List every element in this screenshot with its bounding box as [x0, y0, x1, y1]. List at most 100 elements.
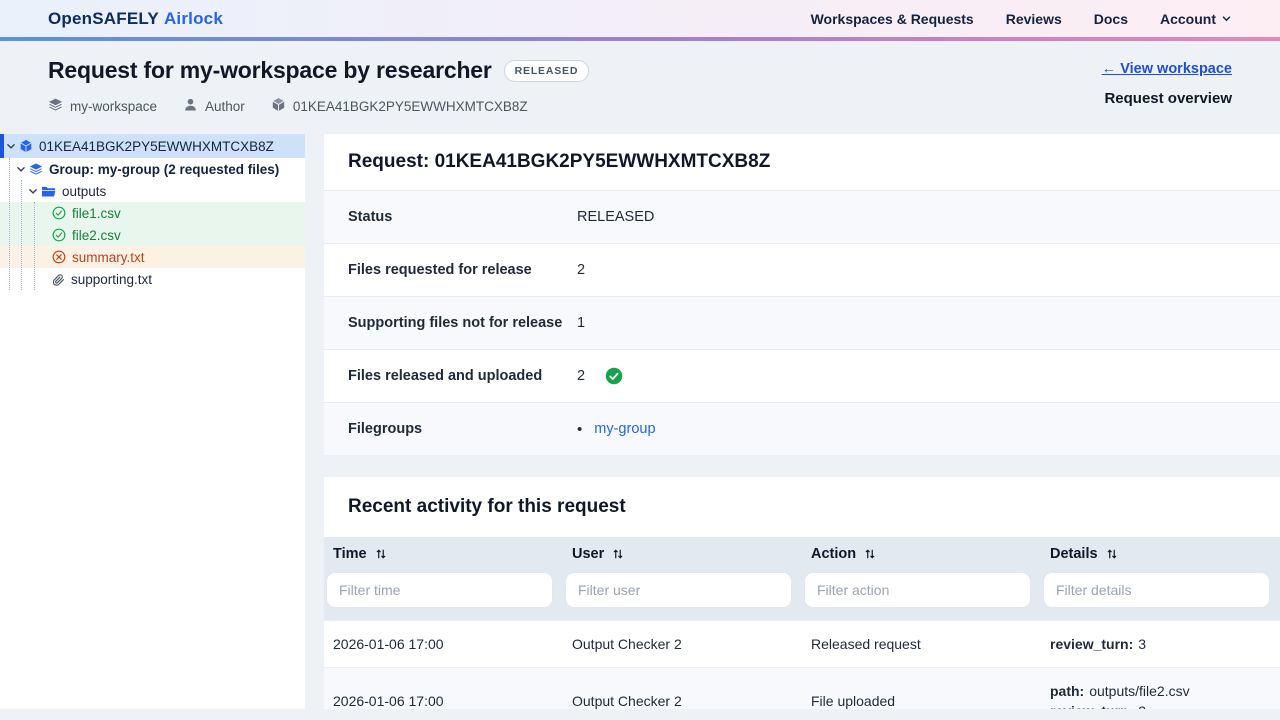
- tree-item-supporting[interactable]: supporting.txt: [0, 268, 305, 290]
- tree-item-file1[interactable]: file1.csv: [0, 202, 305, 224]
- tree-item-summary[interactable]: summary.txt: [0, 246, 305, 268]
- column-label: Time: [333, 546, 367, 562]
- page-header-right: ← View workspace Request overview: [1102, 57, 1232, 115]
- cell-time: 2026-01-06 17:00: [324, 621, 563, 668]
- file-tree-sidebar: 01KEA41BGK2PY5EWWHXMTCXB8Z Group: my-gro…: [0, 134, 305, 709]
- file-tree: 01KEA41BGK2PY5EWWHXMTCXB8Z Group: my-gro…: [0, 134, 305, 290]
- brand-secondary: Airlock: [164, 9, 223, 28]
- chevron-down-icon[interactable]: [28, 186, 38, 196]
- cube-icon: [19, 139, 33, 153]
- column-header-user[interactable]: User: [563, 537, 802, 568]
- row-value: 1: [577, 315, 585, 331]
- filter-details-input[interactable]: [1043, 572, 1270, 608]
- nav-account-menu[interactable]: Account: [1160, 11, 1232, 27]
- cube-icon: [271, 97, 286, 115]
- status-badge: RELEASED: [504, 60, 590, 82]
- workspace-name: my-workspace: [70, 99, 157, 114]
- detail-value: 3: [1138, 636, 1146, 652]
- detail-key: review_turn:: [1050, 703, 1133, 709]
- x-circle-icon: [52, 250, 66, 264]
- meta-author: Author: [183, 97, 245, 115]
- nav-label: Workspaces & Requests: [811, 11, 974, 27]
- check-circle-filled-icon: [605, 367, 623, 385]
- recent-activity-card: Recent activity for this request Time Us…: [324, 477, 1280, 709]
- summary-row-filegroups: Filegroups my-group: [324, 402, 1280, 455]
- paperclip-icon: [52, 273, 65, 286]
- layers-icon: [48, 97, 63, 115]
- tree-item-label: 01KEA41BGK2PY5EWWHXMTCXB8Z: [39, 139, 274, 154]
- tree-indent-guide: [9, 158, 10, 290]
- column-label: Action: [811, 546, 856, 562]
- column-header-time[interactable]: Time: [324, 537, 563, 568]
- summary-row-status: Status RELEASED: [324, 190, 1280, 243]
- sort-icon[interactable]: [612, 548, 624, 564]
- tree-item-label: summary.txt: [72, 250, 145, 265]
- nav-docs[interactable]: Docs: [1094, 11, 1128, 27]
- filter-time-input[interactable]: [326, 572, 553, 608]
- tree-item-group[interactable]: Group: my-group (2 requested files): [0, 158, 305, 180]
- activity-table: Time User Action Details: [324, 537, 1280, 709]
- request-card-heading: Request: 01KEA41BGK2PY5EWWHXMTCXB8Z: [324, 134, 1280, 190]
- app-logo[interactable]: OpenSAFELY Airlock: [48, 9, 223, 29]
- request-overview-label: Request overview: [1104, 90, 1232, 107]
- layers-icon: [29, 162, 43, 176]
- nav-label: Docs: [1094, 11, 1128, 27]
- column-label: User: [572, 546, 604, 562]
- row-value: 2: [577, 262, 585, 278]
- activity-row: 2026-01-06 17:00 Output Checker 2 File u…: [324, 668, 1280, 710]
- activity-filter-row: [324, 568, 1280, 621]
- detail-value: 3: [1138, 703, 1146, 709]
- row-label: Files released and uploaded: [348, 368, 577, 384]
- cell-details: review_turn: 3: [1041, 621, 1280, 668]
- cell-user: Output Checker 2: [563, 668, 802, 710]
- summary-row-files-requested: Files requested for release 2: [324, 243, 1280, 296]
- view-workspace-link[interactable]: ← View workspace: [1102, 61, 1232, 77]
- filter-user-input[interactable]: [565, 572, 792, 608]
- tree-item-label: outputs: [62, 184, 106, 199]
- summary-row-files-released: Files released and uploaded 2: [324, 349, 1280, 402]
- sort-icon[interactable]: [1106, 548, 1118, 564]
- activity-row: 2026-01-06 17:00 Output Checker 2 Releas…: [324, 621, 1280, 668]
- row-value: RELEASED: [577, 209, 654, 225]
- filter-action-input[interactable]: [804, 572, 1031, 608]
- column-label: Details: [1050, 546, 1098, 562]
- page-header: Request for my-workspace by researcher R…: [0, 41, 1280, 128]
- column-header-action[interactable]: Action: [802, 537, 1041, 568]
- meta-workspace: my-workspace: [48, 97, 157, 115]
- filegroup-link[interactable]: my-group: [594, 421, 655, 437]
- detail-key: path:: [1050, 683, 1084, 699]
- row-value: 2: [577, 368, 585, 384]
- chevron-down-icon[interactable]: [6, 141, 16, 151]
- tree-item-label: file1.csv: [72, 206, 121, 221]
- nav-workspaces-requests[interactable]: Workspaces & Requests: [811, 11, 974, 27]
- detail-value: outputs/file2.csv: [1089, 683, 1189, 699]
- chevron-down-icon: [1221, 11, 1232, 27]
- nav-label: Reviews: [1006, 11, 1062, 27]
- tree-item-label: Group: my-group (2 requested files): [49, 162, 279, 177]
- cell-time: 2026-01-06 17:00: [324, 668, 563, 710]
- tree-indent-guide: [21, 180, 22, 290]
- chevron-down-icon[interactable]: [16, 164, 26, 174]
- tree-item-outputs-folder[interactable]: outputs: [0, 180, 305, 202]
- nav-label: Account: [1160, 11, 1216, 27]
- check-circle-icon: [52, 206, 66, 220]
- activity-heading: Recent activity for this request: [324, 477, 1280, 537]
- tree-item-request-root[interactable]: 01KEA41BGK2PY5EWWHXMTCXB8Z: [0, 134, 305, 158]
- tree-item-file2[interactable]: file2.csv: [0, 224, 305, 246]
- cell-action: Released request: [802, 621, 1041, 668]
- row-label: Files requested for release: [348, 262, 577, 278]
- brand-primary: OpenSAFELY: [48, 9, 159, 28]
- sort-icon[interactable]: [375, 548, 387, 564]
- filegroup-list-item: my-group: [577, 421, 656, 438]
- main-panel: Request: 01KEA41BGK2PY5EWWHXMTCXB8Z Stat…: [324, 134, 1280, 709]
- request-summary-card: Request: 01KEA41BGK2PY5EWWHXMTCXB8Z Stat…: [324, 134, 1280, 455]
- detail-key: review_turn:: [1050, 636, 1133, 652]
- request-id: 01KEA41BGK2PY5EWWHXMTCXB8Z: [293, 99, 528, 114]
- row-label: Status: [348, 209, 577, 225]
- nav-reviews[interactable]: Reviews: [1006, 11, 1062, 27]
- sort-icon[interactable]: [864, 548, 876, 564]
- content-area: 01KEA41BGK2PY5EWWHXMTCXB8Z Group: my-gro…: [0, 128, 1280, 709]
- cell-user: Output Checker 2: [563, 621, 802, 668]
- column-header-details[interactable]: Details: [1041, 537, 1280, 568]
- tree-indent-guide: [34, 202, 35, 290]
